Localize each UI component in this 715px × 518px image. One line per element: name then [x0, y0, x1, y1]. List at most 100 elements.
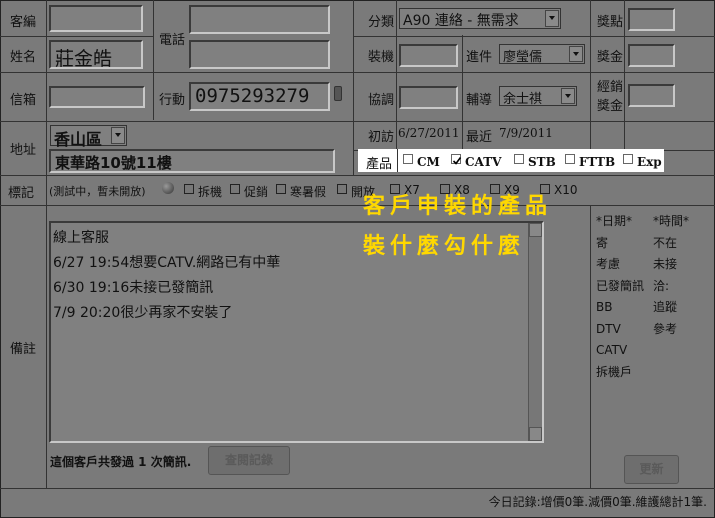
- divider: [46, 0, 47, 488]
- notes-content: 線上客服 6/27 19:54想要CATV.網路已有中華 6/30 19:16未接已…: [53, 226, 280, 326]
- quick-date-list: *日期* 寄考慮 已發簡訊 BB DTV CATV 拆機戶: [596, 211, 644, 383]
- divider: [0, 175, 715, 176]
- quick-date-item[interactable]: CATV: [596, 340, 644, 362]
- quick-time-header: *時間*: [653, 214, 690, 228]
- name-value: 莊金皓: [55, 48, 113, 70]
- email-input[interactable]: [49, 86, 145, 108]
- coordinator-label: 協調: [368, 93, 395, 108]
- reward-amount-label: 獎金: [597, 50, 624, 65]
- divider: [397, 149, 398, 172]
- annotation-line-1: 客戶申裝的產品: [363, 194, 553, 219]
- coordinator-input[interactable]: [399, 86, 458, 109]
- chevron-down-icon: [545, 10, 559, 27]
- quick-date-item[interactable]: 已發簡訊: [596, 276, 644, 298]
- remarks-label: 備註: [10, 342, 37, 357]
- note-line: 6/30 19:16未接已發簡訊: [53, 280, 214, 296]
- name-input[interactable]: 莊金皓: [49, 40, 143, 70]
- mark-checkbox[interactable]: [184, 184, 194, 194]
- annotation-line-2: 裝什麼勾什麼: [363, 234, 526, 259]
- phone-device-icon[interactable]: [334, 86, 342, 101]
- reward-points-input[interactable]: [628, 8, 675, 31]
- product-label-catv: CATV: [465, 155, 502, 169]
- quick-time-item[interactable]: 不在: [653, 233, 689, 255]
- update-button[interactable]: 更新: [624, 455, 679, 484]
- reward-points-label: 獎點: [597, 15, 624, 30]
- product-checkbox-stb[interactable]: [514, 154, 524, 164]
- installer-input[interactable]: [399, 44, 458, 67]
- product-label: 產品: [366, 157, 393, 172]
- latest-label: 最近: [466, 130, 493, 145]
- divider: [353, 36, 715, 37]
- checkmark-icon: [452, 157, 462, 165]
- scroll-up-icon[interactable]: [529, 223, 542, 237]
- customer-id-label: 客編: [10, 15, 37, 30]
- quick-time-item[interactable]: 參考: [653, 319, 689, 341]
- quick-date-item[interactable]: 寄: [596, 233, 644, 255]
- product-checkbox-catv[interactable]: [451, 154, 462, 165]
- note-line: 6/27 19:54想要CATV.網路已有中華: [53, 255, 281, 271]
- mobile-label: 行動: [159, 93, 186, 108]
- assistant-label: 輔導: [466, 93, 493, 108]
- chevron-down-icon: [111, 127, 125, 144]
- progress-select[interactable]: 廖瑩儒: [499, 44, 585, 65]
- divider: [0, 205, 715, 206]
- divider: [462, 35, 463, 150]
- address-label: 地址: [10, 143, 37, 158]
- product-checkbox-fttb[interactable]: [565, 154, 575, 164]
- mark-label-item: 促銷: [244, 185, 269, 199]
- email-label: 信箱: [10, 93, 37, 108]
- category-label: 分類: [368, 15, 395, 30]
- quick-time-list: *時間* 不在 未接 洽: 追蹤 參考: [653, 211, 689, 340]
- divider: [153, 0, 154, 120]
- quick-date-item[interactable]: 考慮: [596, 254, 644, 276]
- phone-input-2[interactable]: [189, 40, 330, 69]
- quick-date-item[interactable]: DTV: [596, 319, 644, 341]
- assistant-select[interactable]: 余士祺: [499, 86, 577, 107]
- sms-count-text: 這個客戶共發過 1 次簡訊.: [50, 455, 192, 469]
- quick-time-item[interactable]: 未接: [653, 254, 689, 276]
- quick-time-item[interactable]: 洽:: [653, 276, 689, 298]
- street-value: 東華路10號11樓: [55, 154, 172, 172]
- scroll-down-icon[interactable]: [529, 427, 542, 441]
- quick-date-item[interactable]: 拆機戶: [596, 362, 644, 384]
- chevron-down-icon: [569, 46, 583, 62]
- customer-id-input[interactable]: [49, 5, 143, 32]
- phone-input-1[interactable]: [189, 5, 330, 34]
- product-label-fttb: FTTB: [579, 155, 616, 169]
- divider: [353, 0, 354, 175]
- divider: [0, 72, 715, 73]
- mark-checkbox[interactable]: [337, 184, 347, 194]
- dealer-bonus-label: 經銷獎金: [597, 80, 624, 114]
- note-line: 線上客服: [53, 230, 109, 246]
- query-log-button[interactable]: 查閱記錄: [208, 446, 290, 475]
- mark-label: 標記: [8, 186, 35, 201]
- street-input[interactable]: 東華路10號11樓: [49, 149, 335, 173]
- product-checkbox-exp[interactable]: [623, 154, 633, 164]
- first-visit-label: 初訪: [368, 130, 395, 145]
- assistant-value: 余士祺: [503, 92, 543, 107]
- category-value: A90 連絡 - 無需求: [403, 13, 519, 29]
- district-select[interactable]: 香山區: [50, 125, 127, 149]
- product-label-cm: CM: [417, 155, 440, 169]
- progress-label: 進件: [466, 50, 493, 65]
- mark-checkbox[interactable]: [230, 184, 240, 194]
- mark-checkbox[interactable]: [276, 184, 286, 194]
- quick-date-item[interactable]: BB: [596, 297, 644, 319]
- latest-date: 7/9/2011: [499, 126, 553, 140]
- quick-time-item[interactable]: 追蹤: [653, 297, 689, 319]
- product-checkbox-cm[interactable]: [403, 154, 413, 164]
- divider: [0, 121, 715, 122]
- quick-date-header: *日期*: [596, 214, 633, 228]
- dealer-bonus-input[interactable]: [628, 84, 675, 107]
- progress-value: 廖瑩儒: [503, 50, 543, 65]
- mobile-input[interactable]: 0975293279: [189, 82, 330, 111]
- divider: [590, 0, 591, 150]
- mark-label-item: 拆機: [198, 185, 223, 199]
- radio-icon[interactable]: [162, 182, 174, 194]
- category-select[interactable]: A90 連絡 - 無需求: [399, 8, 561, 29]
- reward-amount-input[interactable]: [628, 44, 675, 67]
- divider: [0, 488, 715, 489]
- footer-status: 今日記錄:增價0筆.減價0筆.維護總計1筆.: [488, 495, 707, 509]
- notes-scrollbar[interactable]: [528, 223, 542, 441]
- mark-label-item: 寒暑假: [290, 185, 327, 199]
